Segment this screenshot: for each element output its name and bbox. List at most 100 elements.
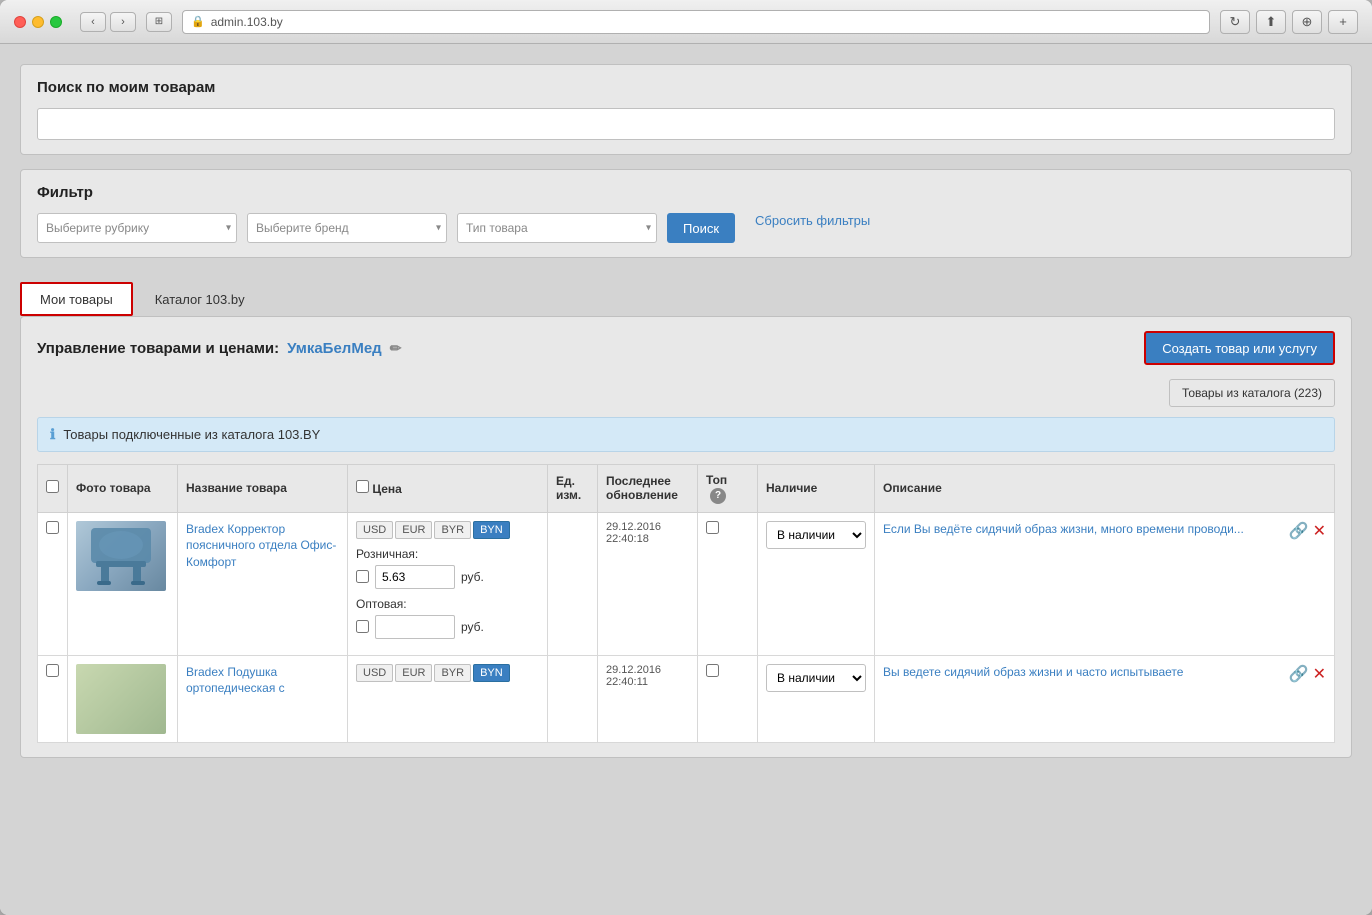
description-text-1[interactable]: Если Вы ведёте сидячий образ жизни, мног… — [883, 521, 1244, 538]
description-text-2[interactable]: Вы ведете сидячий образ жизни и часто ис… — [883, 664, 1183, 681]
wholesale-currency-1: руб. — [461, 620, 484, 634]
product-updated-cell-2: 29.12.2016 22:40:11 — [598, 655, 698, 742]
retail-label-1: Розничная: — [356, 547, 539, 561]
type-select-wrapper: Тип товара ▾ — [457, 213, 657, 243]
availability-select-1[interactable]: В наличии Нет в наличии Под заказ — [766, 521, 866, 549]
product-top-cell-2 — [698, 655, 758, 742]
info-banner: ℹ Товары подключенные из каталога 103.BY — [37, 417, 1335, 452]
search-button[interactable]: Поиск — [667, 213, 735, 243]
type-select[interactable]: Тип товара — [457, 213, 657, 243]
company-name-link[interactable]: УмкаБелМед — [287, 340, 382, 357]
th-price: Цена — [348, 465, 548, 513]
minimize-button[interactable] — [32, 16, 44, 28]
row-checkbox[interactable] — [46, 521, 59, 534]
address-bar[interactable]: 🔒 admin.103.by — [182, 10, 1210, 34]
action-icons-1: 🔗 ✕ — [1289, 521, 1326, 541]
product-link-2[interactable]: Bradex Подушка ортопедическая с — [186, 665, 285, 696]
products-table: Фото товара Название товара Цена Ед. изм… — [37, 464, 1335, 743]
curr-usd-2[interactable]: USD — [356, 664, 393, 682]
back-button[interactable]: ‹ — [80, 12, 106, 32]
product-avail-cell-2: В наличии Нет в наличии Под заказ — [758, 655, 875, 742]
product-avail-cell: В наличии Нет в наличии Под заказ — [758, 512, 875, 655]
retail-checkbox-1[interactable] — [356, 570, 369, 583]
retail-currency-1: руб. — [461, 570, 484, 584]
th-photo: Фото товара — [68, 465, 178, 513]
filter-title: Фильтр — [37, 184, 1335, 201]
curr-eur-1[interactable]: EUR — [395, 521, 432, 539]
share-button[interactable]: ⬆ — [1256, 10, 1286, 34]
availability-select-2[interactable]: В наличии Нет в наличии Под заказ — [766, 664, 866, 692]
sidebar-toggle-button[interactable]: + — [1328, 10, 1358, 34]
wholesale-checkbox-1[interactable] — [356, 620, 369, 633]
catalog-count-button[interactable]: Товары из каталога (223) — [1169, 379, 1335, 407]
curr-byn-2[interactable]: BYN — [473, 664, 510, 682]
content-title: Управление товарами и ценами: УмкаБелМед… — [37, 340, 401, 357]
row-checkbox-2[interactable] — [46, 664, 59, 677]
create-product-button[interactable]: Создать товар или услугу — [1144, 331, 1335, 365]
reset-filters-button[interactable]: Сбросить фильтры — [745, 213, 880, 243]
brand-select[interactable]: Выберите бренд — [247, 213, 447, 243]
th-select-all — [38, 465, 68, 513]
main-content: Управление товарами и ценами: УмкаБелМед… — [20, 316, 1352, 758]
th-top: Топ ? — [698, 465, 758, 513]
new-tab-button[interactable]: ⊕ — [1292, 10, 1322, 34]
product-price-cell-2: USD EUR BYR BYN — [348, 655, 548, 742]
product-unit-cell-2 — [548, 655, 598, 742]
product-name-cell-2: Bradex Подушка ортопедическая с — [178, 655, 348, 742]
product-unit-cell — [548, 512, 598, 655]
currency-tabs-2: USD EUR BYR BYN — [356, 664, 539, 682]
tabs-row: Мои товары Каталог 103.by — [20, 272, 1352, 316]
curr-usd-1[interactable]: USD — [356, 521, 393, 539]
select-all-checkbox[interactable] — [46, 480, 59, 493]
curr-byr-2[interactable]: BYR — [434, 664, 471, 682]
close-button[interactable] — [14, 16, 26, 28]
price-checkbox[interactable] — [356, 480, 369, 493]
rubric-select-wrapper: Выберите рубрику ▾ — [37, 213, 237, 243]
updated-date-1: 29.12.2016 — [606, 521, 689, 533]
product-top-cell — [698, 512, 758, 655]
row-checkbox-cell — [38, 512, 68, 655]
curr-byr-1[interactable]: BYR — [434, 521, 471, 539]
th-availability: Наличие — [758, 465, 875, 513]
product-desc-cell-2: Вы ведете сидячий образ жизни и часто ис… — [875, 655, 1335, 742]
curr-eur-2[interactable]: EUR — [395, 664, 432, 682]
product-link-1[interactable]: Bradex Корректор поясничного отдела Офис… — [186, 522, 336, 570]
title-prefix: Управление товарами и ценами: — [37, 340, 279, 357]
updated-time-2: 22:40:11 — [606, 676, 689, 688]
refresh-button[interactable]: ↻ — [1220, 10, 1250, 34]
maximize-button[interactable] — [50, 16, 62, 28]
retail-price-input-1[interactable] — [375, 565, 455, 589]
search-section: Поиск по моим товарам — [20, 64, 1352, 155]
action-icons-2: 🔗 ✕ — [1289, 664, 1326, 684]
edit-icon[interactable]: ✏ — [390, 340, 402, 357]
top-checkbox-1[interactable] — [706, 521, 719, 534]
th-name: Название товара — [178, 465, 348, 513]
product-photo-cell — [68, 512, 178, 655]
filter-section: Фильтр Выберите рубрику ▾ Выберите бренд… — [20, 169, 1352, 258]
product-updated-cell: 29.12.2016 22:40:18 — [598, 512, 698, 655]
info-text: Товары подключенные из каталога 103.BY — [63, 427, 320, 442]
product-image-2 — [76, 664, 166, 734]
forward-button[interactable]: › — [110, 12, 136, 32]
updated-date-2: 29.12.2016 — [606, 664, 689, 676]
row-checkbox-cell-2 — [38, 655, 68, 742]
link-icon-2[interactable]: 🔗 — [1289, 664, 1309, 684]
chair-svg — [81, 523, 161, 588]
tab-catalog[interactable]: Каталог 103.by — [137, 282, 263, 316]
wholesale-price-input-1[interactable] — [375, 615, 455, 639]
link-icon-1[interactable]: 🔗 — [1289, 521, 1309, 541]
window-layout-button[interactable]: ⊞ — [146, 12, 172, 32]
brand-select-wrapper: Выберите бренд ▾ — [247, 213, 447, 243]
delete-icon-2[interactable]: ✕ — [1313, 664, 1326, 684]
top-help-badge[interactable]: ? — [710, 488, 726, 504]
th-description: Описание — [875, 465, 1335, 513]
top-checkbox-2[interactable] — [706, 664, 719, 677]
tab-my-goods[interactable]: Мои товары — [20, 282, 133, 316]
rubric-select[interactable]: Выберите рубрику — [37, 213, 237, 243]
search-input[interactable] — [37, 108, 1335, 140]
product-image — [76, 521, 166, 591]
delete-icon-1[interactable]: ✕ — [1313, 521, 1326, 541]
th-unit: Ед. изм. — [548, 465, 598, 513]
curr-byn-1[interactable]: BYN — [473, 521, 510, 539]
info-icon: ℹ — [50, 426, 55, 443]
